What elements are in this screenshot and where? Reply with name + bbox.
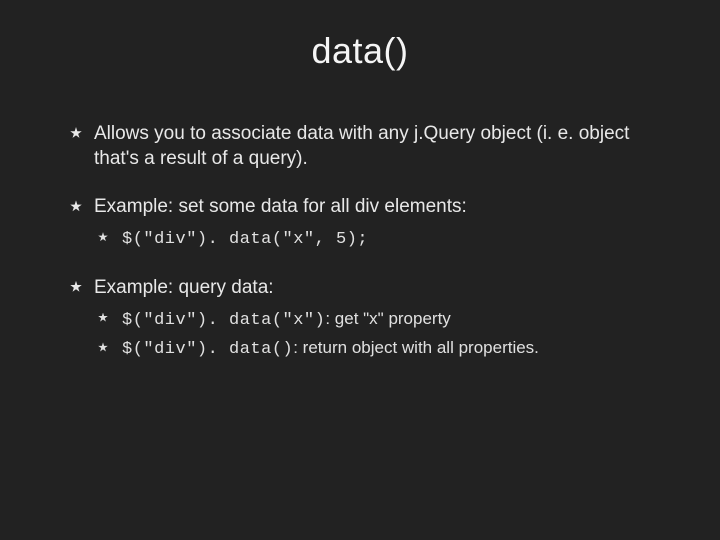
sub-bullet-list: $("div"). data("x"): get "x" property $(… bbox=[94, 307, 660, 363]
list-item: Example: query data: $("div"). data("x")… bbox=[70, 276, 660, 362]
list-item: $("div"). data(): return object with all… bbox=[98, 336, 660, 362]
code-snippet: $("div"). data("x", 5); bbox=[122, 230, 368, 249]
bullet-text: : return object with all properties. bbox=[293, 338, 539, 357]
code-snippet: $("div"). data("x") bbox=[122, 311, 325, 330]
bullet-text: Allows you to associate data with any j.… bbox=[94, 123, 629, 169]
sub-bullet-list: $("div"). data("x", 5); bbox=[94, 226, 660, 252]
list-item: Example: set some data for all div eleme… bbox=[70, 195, 660, 251]
bullet-text: Example: query data: bbox=[94, 277, 274, 298]
slide-title: data() bbox=[0, 30, 720, 72]
list-item: $("div"). data("x", 5); bbox=[98, 226, 660, 252]
bullet-text: Example: set some data for all div eleme… bbox=[94, 196, 467, 217]
slide-content: Allows you to associate data with any j.… bbox=[0, 122, 720, 362]
bullet-list: Allows you to associate data with any j.… bbox=[70, 122, 660, 362]
bullet-text: : get "x" property bbox=[325, 309, 450, 328]
list-item: Allows you to associate data with any j.… bbox=[70, 122, 660, 171]
list-item: $("div"). data("x"): get "x" property bbox=[98, 307, 660, 333]
slide: data() Allows you to associate data with… bbox=[0, 0, 720, 540]
code-snippet: $("div"). data() bbox=[122, 340, 293, 359]
